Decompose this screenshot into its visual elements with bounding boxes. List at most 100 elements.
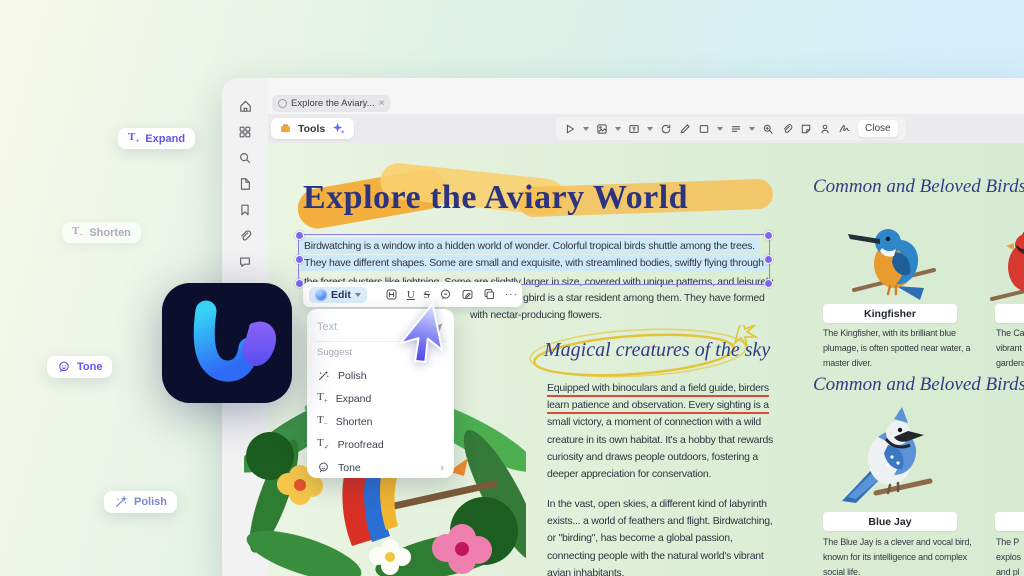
page-icon[interactable]: [237, 176, 253, 192]
rotate-icon[interactable]: [660, 123, 672, 135]
caption-line: and pl: [996, 567, 1020, 576]
menu-item-label: Polish: [338, 369, 367, 382]
menu-item-tone[interactable]: Tone ›: [317, 456, 444, 479]
paragraph-line: curiosity and draws people outdoors, fos…: [547, 450, 758, 463]
caption-line: The P: [996, 537, 1020, 547]
pill-label: Expand: [145, 132, 186, 145]
proofread-underline: Equipped with binoculars and a field gui…: [547, 382, 769, 397]
input-placeholder: Text: [317, 321, 338, 333]
mid-paragraph-1: Equipped with binoculars and a field gui…: [547, 380, 773, 483]
close-button[interactable]: Close: [858, 120, 898, 137]
menu-item-proofread[interactable]: T✓ Proofread: [317, 433, 444, 456]
menu-item-expand[interactable]: T+ Expand: [317, 387, 444, 410]
caret-down-icon[interactable]: [717, 126, 723, 131]
tools-label: Tools: [298, 122, 326, 135]
floating-pill-shorten[interactable]: T− Shorten: [62, 222, 141, 244]
home-icon[interactable]: [237, 98, 253, 114]
smiley-icon: [59, 361, 69, 373]
new-tab-button[interactable]: +: [360, 95, 368, 110]
floating-pill-polish[interactable]: Polish: [104, 491, 178, 513]
script-heading: Magical creatures of the sky: [544, 339, 771, 361]
document-tab[interactable]: Explore the Aviary... ×: [272, 95, 391, 112]
selection-handle[interactable]: [295, 231, 304, 240]
note-edit-icon[interactable]: [461, 288, 474, 301]
caption-line: vibrant r: [996, 343, 1024, 353]
image-icon[interactable]: [596, 123, 608, 135]
cardinal-illustration-partial: [984, 219, 1024, 309]
signature-icon[interactable]: [838, 122, 851, 135]
play-icon[interactable]: [564, 123, 576, 135]
tools-button[interactable]: Tools: [271, 118, 355, 139]
paragraph-line: In the vast, open skies, a different kin…: [547, 498, 767, 510]
comment-icon[interactable]: [237, 254, 253, 270]
updf-logo: [162, 283, 292, 403]
caption-line: The Kingfisher, with its brilliant blue: [823, 328, 956, 338]
briefcase-icon: [281, 124, 290, 133]
proofread-underline: learn patience and observation. Every si…: [547, 399, 769, 415]
edit-button[interactable]: Edit: [309, 286, 367, 303]
wand-icon: [318, 370, 329, 381]
bird-caption: The Kingfisher, with its brilliant blue …: [823, 326, 970, 371]
font-box-icon[interactable]: [385, 288, 398, 301]
menu-item-label: Shorten: [335, 415, 373, 428]
selection-handle[interactable]: [764, 231, 773, 240]
text-selection-box[interactable]: [295, 231, 773, 288]
cursor-pointer: [396, 301, 456, 367]
attachment-icon[interactable]: [781, 123, 793, 135]
caret-down-icon[interactable]: [749, 126, 755, 131]
blue-jay-illustration: [826, 401, 948, 515]
caret-down-icon[interactable]: [583, 126, 589, 131]
pen-icon[interactable]: [679, 123, 691, 135]
caption-line: gardens: [996, 358, 1024, 368]
caret-down-icon[interactable]: [615, 126, 621, 131]
person-icon[interactable]: [819, 123, 831, 135]
paragraph-line: connecting people with the natural world…: [547, 549, 764, 562]
tab-close-icon[interactable]: ×: [379, 98, 385, 109]
lines-icon[interactable]: [730, 123, 742, 135]
menu-item-shorten[interactable]: T− Shorten: [317, 410, 444, 433]
text-plus-icon: T+: [317, 390, 328, 406]
menu-item-label: Expand: [335, 392, 372, 405]
paragraph-line-fragment: with nectar-producing flowers.: [470, 309, 602, 321]
paperclip-icon[interactable]: [237, 228, 253, 244]
bookmark-icon[interactable]: [237, 202, 253, 218]
copy-icon[interactable]: [483, 288, 496, 301]
smiley-icon: [319, 462, 328, 473]
text-minus-icon: T−: [317, 413, 328, 429]
paragraph-line: avian inhabitants.: [547, 566, 625, 576]
grid-icon[interactable]: [237, 124, 253, 140]
menu-item-label: Proofread: [337, 438, 384, 451]
caret-down-icon[interactable]: [647, 126, 653, 131]
section-heading: Common and Beloved Birds: [813, 374, 1024, 395]
textbox-icon[interactable]: [628, 123, 640, 135]
ai-sparkle-icon[interactable]: [331, 121, 346, 136]
floating-pill-expand[interactable]: T+ Expand: [118, 128, 196, 150]
stage: Explore the Aviary... × + Tools Close Ex…: [0, 0, 1024, 576]
chevron-right-icon: ›: [440, 461, 444, 474]
edit-label: Edit: [331, 288, 351, 301]
caret-down-icon[interactable]: [354, 292, 361, 297]
shape-icon[interactable]: [698, 123, 710, 135]
wand-icon: [116, 495, 128, 507]
caption-line: known for its intelligence and complex: [823, 552, 967, 562]
selection-handle[interactable]: [764, 255, 773, 264]
annotation-toolbar: Close: [556, 117, 906, 140]
selection-handle[interactable]: [295, 255, 304, 264]
paragraph-line: small victory, a moment of connection wi…: [547, 416, 761, 429]
paragraph-line: or "birding", has become a global passio…: [547, 532, 733, 545]
floating-pill-tone[interactable]: Tone: [47, 356, 113, 378]
sticker-icon[interactable]: [800, 123, 812, 135]
main-toolbar: Tools Close: [268, 114, 1024, 143]
edit-ai-icon: [315, 288, 327, 301]
selection-handle[interactable]: [764, 279, 773, 288]
bird-name-label-partial: [995, 304, 1024, 323]
paragraph-line: exists... a world of feathers and flight…: [547, 515, 773, 528]
search-icon[interactable]: [237, 150, 253, 166]
pill-label: Tone: [77, 361, 103, 373]
mid-paragraph-2: In the vast, open skies, a different kin…: [547, 496, 773, 576]
caption-line: master diver.: [823, 358, 872, 368]
more-icon[interactable]: ···: [505, 289, 518, 300]
comment-bubble-icon[interactable]: [439, 288, 452, 301]
zoom-search-icon[interactable]: [762, 123, 774, 135]
document-title: Explore the Aviary World: [303, 179, 689, 216]
